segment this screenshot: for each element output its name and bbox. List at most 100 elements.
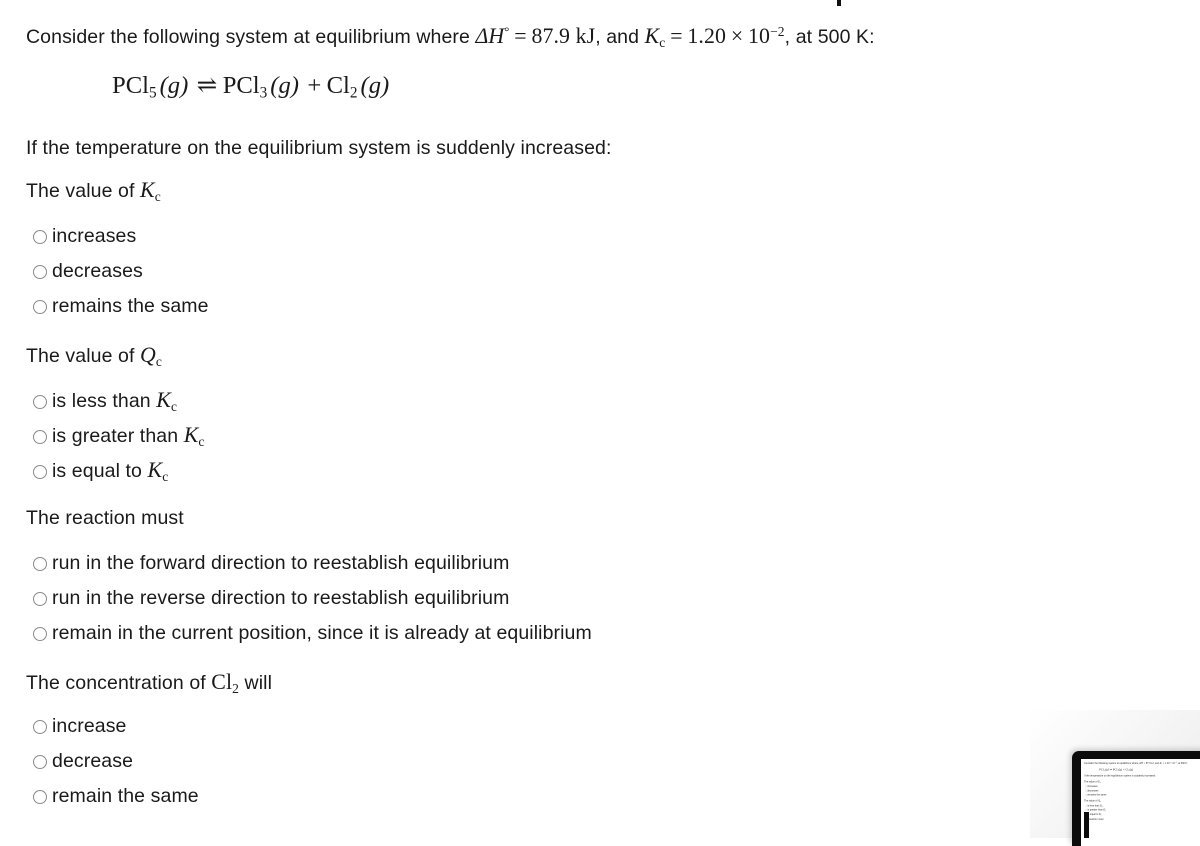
product2-state: (g): [360, 72, 390, 99]
mini-option: remains the same: [1085, 793, 1200, 797]
mini-reactant: PCl5: [1099, 767, 1105, 772]
option-remain-current-position[interactable]: remain in the current position, since it…: [33, 616, 592, 651]
option-label: run in the reverse direction to reestabl…: [52, 587, 510, 609]
question-4-prompt: The concentration of Cl2 will: [26, 668, 272, 698]
problem-statement: Consider the following system at equilib…: [26, 22, 875, 52]
question-2-prompt: The value of Qc: [26, 341, 162, 371]
question-2-options: is less than Kc is greater than Kc is eq…: [33, 384, 204, 489]
mini-option-label: is greater than Kc: [1087, 808, 1106, 812]
mini-temperature-phrase: , at 500 K:: [1176, 761, 1188, 765]
option-subscript: c: [170, 399, 178, 415]
radio-icon[interactable]: [33, 591, 47, 606]
top-edge-tick-mark: [837, 0, 841, 6]
option-decreases[interactable]: decreases: [33, 254, 209, 289]
option-subscript: c: [162, 469, 169, 485]
delta-h-unit: kJ: [575, 24, 596, 48]
laptop-screen: Consider the following system at equilib…: [1081, 759, 1200, 846]
statement-lead-text: Consider the following system at equilib…: [26, 26, 470, 48]
mini-problem-statement: Consider the following system at equilib…: [1084, 761, 1200, 765]
question-3-prompt: The reaction must: [26, 507, 184, 529]
mini-question-1-options: increases decreases remains the same: [1085, 784, 1200, 797]
option-label: remain in the current position, since it…: [52, 622, 592, 644]
delta-h-symbol: ΔH°: [475, 24, 510, 48]
radio-icon[interactable]: [33, 394, 47, 409]
mini-q2-symbol: Qc: [1098, 799, 1101, 803]
option-symbol: Kc: [156, 387, 178, 415]
option-remain-the-same[interactable]: remain the same: [33, 779, 199, 814]
radio-icon[interactable]: [33, 299, 47, 314]
mini-reactant-state: (g): [1105, 767, 1109, 772]
mini-option: is equal to Kc: [1085, 812, 1200, 816]
option-is-equal-to-kc[interactable]: is equal to Kc: [33, 454, 204, 489]
radio-icon[interactable]: [33, 754, 47, 769]
mini-delta-h-symbol: ΔH°: [1139, 761, 1144, 765]
mini-option-label: increases: [1087, 785, 1098, 788]
question-3-options: run in the forward direction to reestabl…: [33, 546, 592, 651]
question-4-options: increase decrease remain the same: [33, 709, 199, 814]
option-decrease[interactable]: decrease: [33, 744, 199, 779]
question-4-subscript: 2: [232, 681, 239, 697]
option-run-forward[interactable]: run in the forward direction to reestabl…: [33, 546, 592, 581]
option-is-less-than-kc[interactable]: is less than Kc: [33, 384, 204, 419]
delta-h-value: 87.9: [531, 24, 571, 48]
radio-icon[interactable]: [33, 429, 47, 444]
device-mockup-edge: [1084, 812, 1089, 838]
radio-icon[interactable]: [33, 556, 47, 571]
question-2-prompt-prefix: The value of: [26, 345, 141, 367]
option-label: run in the forward direction to reestabl…: [52, 552, 510, 574]
option-run-reverse[interactable]: run in the reverse direction to reestabl…: [33, 581, 592, 616]
mini-product2-state: (g): [1129, 767, 1134, 772]
mini-option-label: decreases: [1087, 789, 1099, 793]
mini-question-3-prompt: The reaction must: [1084, 818, 1104, 821]
option-label: remains the same: [52, 295, 209, 317]
radio-icon[interactable]: [33, 464, 47, 479]
radio-icon[interactable]: [33, 626, 47, 641]
mini-q2-prefix: The value of: [1084, 799, 1099, 803]
product1-state: (g): [270, 72, 299, 99]
question-1-options: increases decreases remains the same: [33, 219, 209, 324]
mini-q1-sub: c: [1099, 781, 1101, 784]
option-label: decrease: [52, 750, 134, 772]
option-subscript: c: [198, 434, 205, 450]
multiplication-sign: ×: [730, 24, 744, 48]
radio-icon[interactable]: [33, 229, 47, 244]
laptop-device-mockup: Consider the following system at equilib…: [1072, 751, 1200, 846]
plus-sign: +: [307, 72, 322, 99]
kc-power-base: 10−2: [748, 23, 785, 48]
mini-conjunction: , and: [1153, 761, 1159, 765]
option-is-greater-than-kc[interactable]: is greater than Kc: [33, 419, 204, 454]
mini-option-label: is equal to Kc: [1087, 812, 1102, 816]
question-4-prompt-suffix: will: [239, 672, 272, 694]
option-label: remain the same: [52, 785, 199, 807]
reactant-pcl5: PCl5: [112, 72, 157, 102]
reactant-subscript: 5: [148, 84, 157, 102]
reactant-state: (g): [159, 72, 189, 99]
question-4-prompt-prefix: The concentration of: [26, 672, 212, 694]
question-2-symbol: Qc: [140, 343, 163, 370]
option-symbol: Kc: [147, 457, 169, 485]
question-1-prompt-prefix: The value of: [26, 180, 141, 202]
option-increases[interactable]: increases: [33, 219, 209, 254]
statement-conjunction: , and: [595, 26, 640, 48]
mini-condition: If the temperature on the equilibrium sy…: [1084, 774, 1156, 778]
option-label: increase: [52, 715, 127, 737]
mini-question-1-prompt: The value of Kc: [1084, 780, 1200, 784]
radio-icon[interactable]: [33, 789, 47, 804]
equilibrium-arrow-icon: ⇌: [196, 72, 218, 99]
option-label: is less than Kc: [52, 387, 178, 415]
option-increase[interactable]: increase: [33, 709, 199, 744]
radio-icon[interactable]: [33, 264, 47, 279]
product2-subscript: 2: [349, 84, 358, 102]
mini-chemical-equation: PCl5(g)⇌PCl3(g)+Cl2(g): [1099, 768, 1200, 772]
question-2-subscript: c: [155, 354, 163, 370]
mini-q1-prefix: The value of: [1084, 780, 1099, 783]
mini-option-label: is less than Kc: [1087, 803, 1103, 808]
option-label: is equal to Kc: [52, 457, 169, 485]
option-remains-the-same[interactable]: remains the same: [33, 289, 209, 324]
product-pcl3: PCl3: [222, 72, 268, 102]
product-cl2: Cl2: [326, 72, 358, 102]
radio-icon[interactable]: [33, 719, 47, 734]
mini-statement-lead: Consider the following system at equilib…: [1084, 761, 1139, 765]
mini-kc-mantissa: 1.20: [1164, 761, 1170, 765]
product1-subscript: 3: [259, 84, 268, 102]
